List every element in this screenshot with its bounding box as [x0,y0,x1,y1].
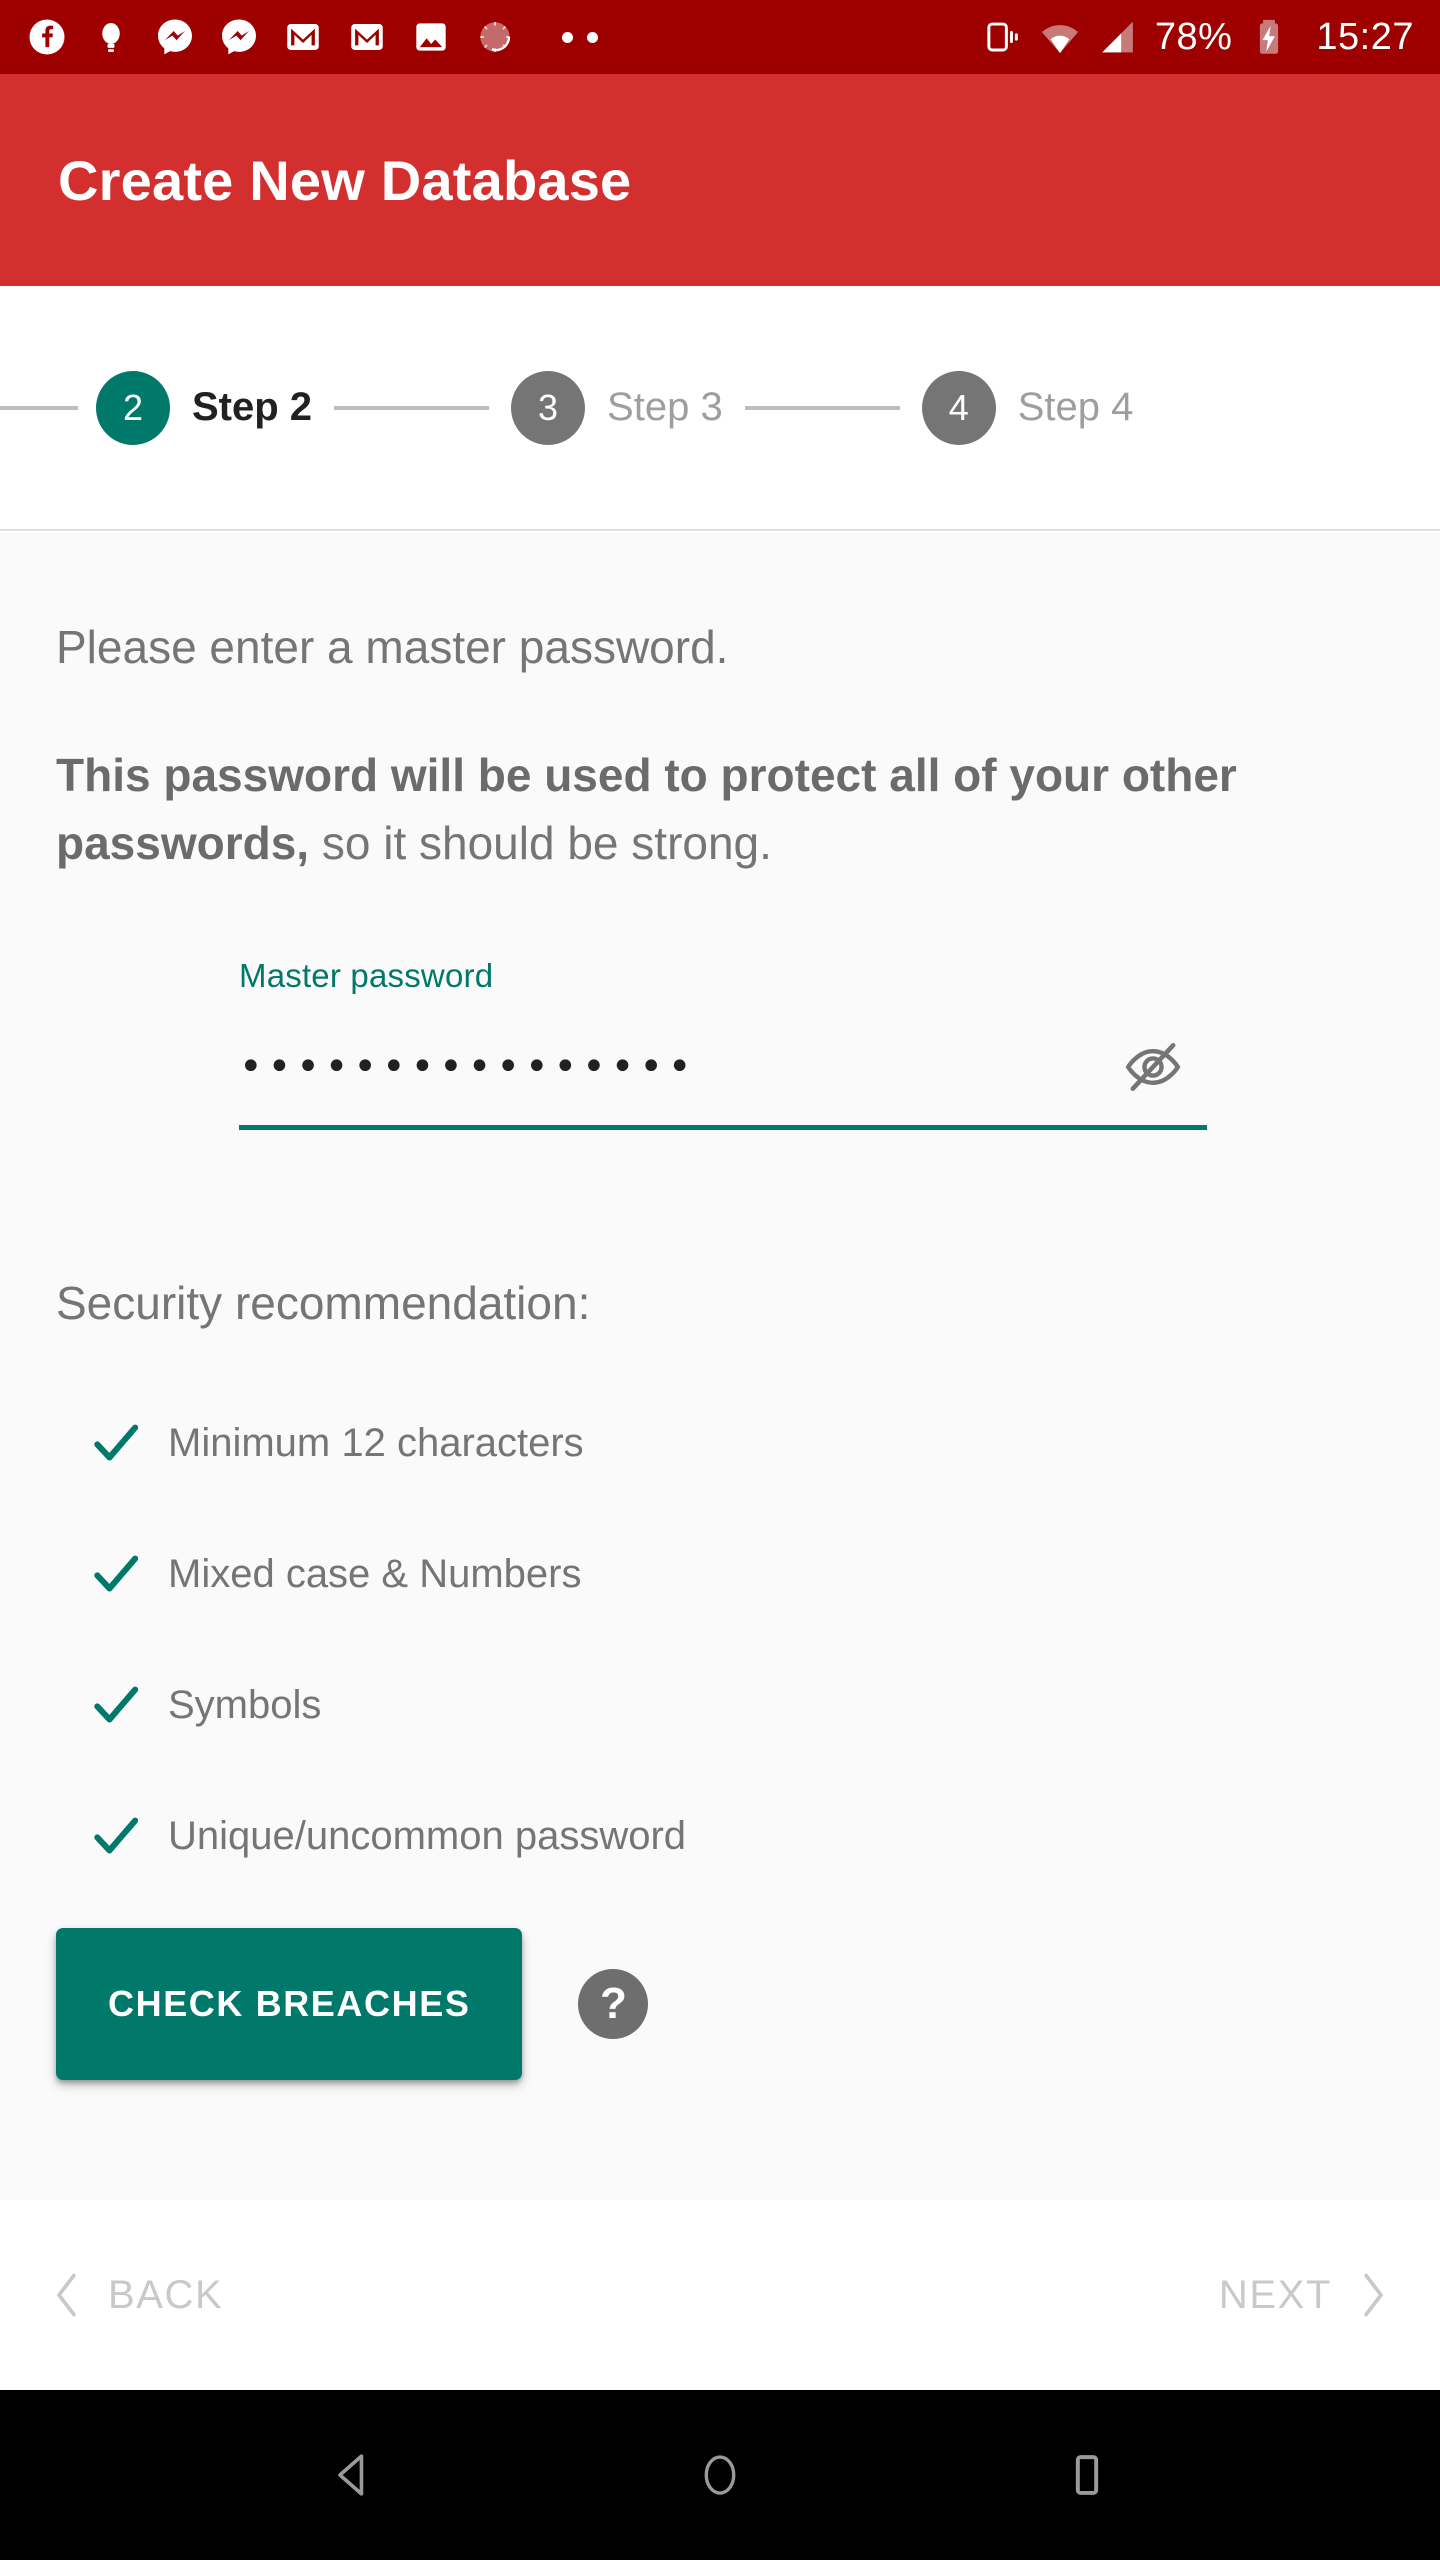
recommendation-list: Minimum 12 characters Mixed case & Numbe… [56,1378,1384,1902]
status-bar-notification-icons [26,16,981,58]
stepper-item-step-4[interactable]: 4 Step 4 [921,370,1134,445]
stepper-label-2: Step 2 [192,385,313,429]
stepper-label-3: Step 3 [607,385,723,429]
stepper-item-step-3[interactable]: 3 Step 3 [511,370,723,445]
toggle-password-visibility-button[interactable] [1117,1031,1189,1103]
stepper-connector [744,405,900,410]
next-button[interactable]: NEXT [1219,2272,1390,2318]
android-navigation-bar [0,2390,1440,2560]
messenger-icon [154,16,196,58]
master-password-row: •••••••••••••••• [239,1031,1207,1130]
list-item-label: Minimum 12 characters [168,1420,584,1465]
check-icon [78,1677,154,1733]
stepper-circle-4: 4 [921,370,996,445]
android-home-icon [693,2448,747,2502]
stepper-connector [334,405,490,410]
list-item: Unique/uncommon password [56,1771,1384,1902]
vibrate-icon [981,16,1023,58]
stepper-circle-3: 3 [511,370,586,445]
messenger-icon [218,16,260,58]
stepper-label-4: Step 4 [1017,385,1134,429]
battery-charging-icon [1248,16,1290,58]
master-password-field-group: Master password •••••••••••••••• [239,957,1207,1130]
check-breaches-button[interactable]: CHECK BREACHES [56,1927,523,2080]
bulb-icon [90,16,132,58]
stepper-item-step-2[interactable]: 2 Step 2 [96,370,313,445]
action-row: CHECK BREACHES ? [56,1927,1384,2080]
battery-percent-label: 78% [1154,16,1233,58]
wifi-icon [1039,16,1081,58]
back-button-label: BACK [108,2272,224,2317]
list-item-label: Unique/uncommon password [168,1813,687,1858]
check-icon [78,1546,154,1602]
wizard-footer: BACK NEXT [0,2200,1440,2390]
clock-icon [474,16,516,58]
gmail-icon [346,16,388,58]
screen-root: 78% 15:27 Create New Database 2 Step 2 3… [0,0,1440,2560]
page-title: Create New Database [58,148,632,212]
master-password-input[interactable]: •••••••••••••••• [239,1047,697,1087]
cell-signal-icon [1097,16,1139,58]
stepper-circle-2: 2 [96,370,170,445]
android-recents-icon [1062,2450,1112,2500]
android-home-button[interactable] [650,2405,790,2545]
check-icon [78,1808,154,1864]
android-back-icon [324,2446,382,2504]
intro-text: Please enter a master password. [56,621,729,673]
status-bar-clock: 15:27 [1316,16,1414,58]
photos-icon [410,16,452,58]
list-item: Symbols [56,1640,1384,1771]
stepper: 2 Step 2 3 Step 3 4 Step 4 [0,286,1440,531]
more-dots-icon [562,31,598,43]
list-item: Minimum 12 characters [56,1378,1384,1509]
list-item-label: Mixed case & Numbers [168,1551,582,1596]
facebook-icon [26,16,68,58]
app-toolbar: Create New Database [0,74,1440,286]
back-button[interactable]: BACK [50,2272,223,2318]
gmail-icon [282,16,324,58]
check-icon [78,1415,154,1471]
eye-off-icon [1122,1036,1184,1098]
master-password-label: Master password [239,956,494,994]
stepper-connector [0,405,78,410]
chevron-right-icon [1356,2272,1390,2318]
android-back-button[interactable] [283,2405,423,2545]
recommendation-title: Security recommendation: [56,1276,591,1329]
help-icon[interactable]: ? [578,1968,649,2039]
list-item: Mixed case & Numbers [56,1509,1384,1640]
android-recents-button[interactable] [1017,2405,1157,2545]
warning-text-rest: so it should be strong. [309,816,772,869]
chevron-left-icon [50,2272,84,2318]
next-button-label: NEXT [1218,2272,1332,2317]
status-bar: 78% 15:27 [0,0,1440,74]
status-bar-system-icons: 78% 15:27 [981,16,1414,58]
list-item-label: Symbols [168,1682,322,1727]
content-area: Please enter a master password. This pas… [0,533,1440,2200]
warning-text: This password will be used to protect al… [56,741,1356,877]
